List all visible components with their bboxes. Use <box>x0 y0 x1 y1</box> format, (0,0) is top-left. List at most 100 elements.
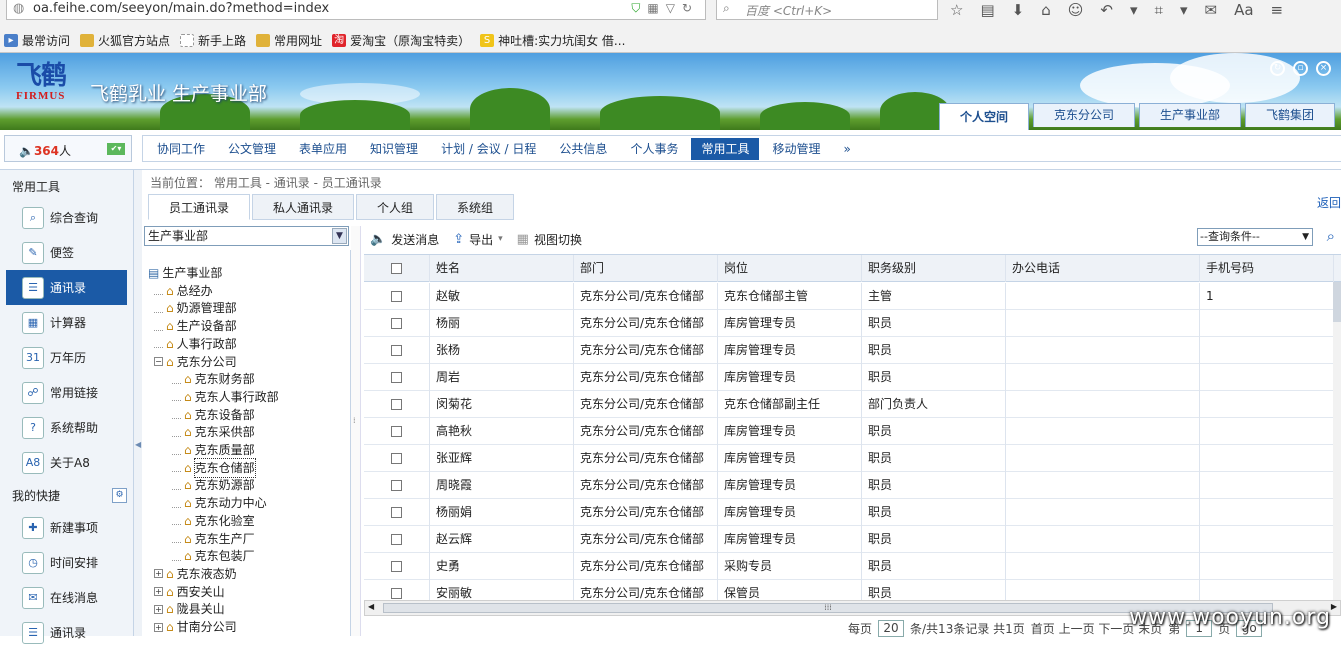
table-row[interactable]: 高艳秋克东分公司/克东仓储部库房管理专员职员 <box>364 418 1341 445</box>
reload-icon[interactable]: ↻ <box>682 1 699 15</box>
bookmark-item[interactable]: 淘爱淘宝（原淘宝特卖） <box>332 32 470 49</box>
space-tab[interactable]: 生产事业部 <box>1139 103 1241 127</box>
table-row[interactable]: 赵敏克东分公司/克东仓储部克东仓储部主管主管1 <box>364 283 1341 310</box>
expand-icon[interactable]: + <box>154 605 163 614</box>
per-page-input[interactable]: 20 <box>878 620 904 637</box>
sidebar-item[interactable]: ⌕综合查询 <box>6 200 127 235</box>
table-row[interactable]: 杨丽克东分公司/克东仓储部库房管理专员职员 <box>364 310 1341 337</box>
search-box[interactable]: ⌕ 百度 <Ctrl+K> <box>716 0 938 20</box>
tree-node[interactable]: +⌂西安关山 <box>154 583 225 601</box>
department-select[interactable]: 生产事业部▼ <box>144 226 349 246</box>
tree-node[interactable]: ⌂克东采供部 <box>172 423 255 441</box>
subtab[interactable]: 个人组 <box>356 194 434 220</box>
crop-icon[interactable]: ⌗ <box>1155 1 1163 19</box>
table-row[interactable]: 史勇克东分公司/克东仓储部采购专员职员 <box>364 553 1341 580</box>
comment-icon[interactable]: ✉ <box>1204 1 1217 19</box>
tree-node[interactable]: ⌂克东化验室 <box>172 512 255 530</box>
sidebar-item[interactable]: ☰通讯录 <box>6 270 127 305</box>
tree-node[interactable]: +⌂克东液态奶 <box>154 565 237 583</box>
row-checkbox[interactable] <box>391 399 402 410</box>
row-checkbox[interactable] <box>391 263 402 274</box>
collapse-icon[interactable]: − <box>154 357 163 366</box>
nav-item[interactable]: 知识管理 <box>360 138 428 160</box>
sidebar-item[interactable]: ☍常用链接 <box>6 375 127 410</box>
star-icon[interactable]: ☆ <box>950 1 963 19</box>
row-checkbox[interactable] <box>391 345 402 356</box>
search-icon[interactable]: ⌕ <box>1327 227 1335 245</box>
space-tab[interactable]: 飞鹤集团 <box>1245 103 1335 127</box>
row-checkbox[interactable] <box>391 426 402 437</box>
bookmark-item[interactable]: 火狐官方站点 <box>80 32 170 49</box>
status-icon[interactable]: ✔▾ <box>107 143 125 155</box>
view-switch-button[interactable]: ▦视图切换 <box>517 231 582 248</box>
table-row[interactable]: 赵云辉克东分公司/克东仓储部库房管理专员职员 <box>364 526 1341 553</box>
row-checkbox[interactable] <box>391 318 402 329</box>
row-checkbox[interactable] <box>391 453 402 464</box>
chevron-down-icon[interactable]: ▼ <box>332 228 347 244</box>
more-nav-icon[interactable]: » <box>833 138 860 160</box>
tree-node[interactable]: ⌂总经办 <box>154 282 213 300</box>
tree-node[interactable]: ⌂奶源管理部 <box>154 299 237 317</box>
expand-icon[interactable]: + <box>154 623 163 632</box>
tree-node[interactable]: ⌂克东质量部 <box>172 441 255 459</box>
nav-item[interactable]: 个人事务 <box>620 138 688 160</box>
tree-node[interactable]: ⌂克东仓储部 <box>172 459 255 477</box>
tree-node[interactable]: +⌂陇县关山 <box>154 600 225 618</box>
menu-icon[interactable]: ≡ <box>1271 1 1284 19</box>
sidebar-item[interactable]: ✉在线消息 <box>6 580 127 615</box>
space-tab[interactable]: 克东分公司 <box>1033 103 1135 127</box>
window-icon[interactable]: ▫ <box>1293 61 1308 76</box>
row-checkbox[interactable] <box>391 534 402 545</box>
tree-node[interactable]: ⌂克东包装厂 <box>172 547 255 565</box>
scroll-left-icon[interactable]: ◀ <box>368 602 374 611</box>
logout-icon[interactable]: × <box>1316 61 1331 76</box>
table-row[interactable]: 张杨克东分公司/克东仓储部库房管理专员职员 <box>364 337 1341 364</box>
translate-icon[interactable]: Aa <box>1234 1 1253 19</box>
drag-handle-icon[interactable]: ⁞ <box>353 416 356 425</box>
tree-node[interactable]: +⌂甘南分公司 <box>154 618 237 636</box>
table-row[interactable]: 杨丽娟克东分公司/克东仓储部库房管理专员职员 <box>364 499 1341 526</box>
return-link[interactable]: 返回 <box>1317 194 1341 211</box>
sidebar-item[interactable]: ✎便签 <box>6 235 127 270</box>
sidebar-item[interactable]: ☰通讯录 <box>6 615 127 650</box>
sidebar-splitter[interactable]: ◀ <box>134 170 142 636</box>
row-checkbox[interactable] <box>391 588 402 599</box>
nav-item[interactable]: 协同工作 <box>147 138 215 160</box>
space-tab[interactable]: 个人空间 <box>939 103 1029 130</box>
tree-node[interactable]: ⌂克东动力中心 <box>172 494 267 512</box>
settings-icon[interactable]: ⚙ <box>112 488 127 503</box>
sidebar-item[interactable]: A8关于A8 <box>6 445 127 480</box>
dropdown-icon[interactable]: ▾ <box>1130 1 1138 19</box>
bookmark-item[interactable]: S神吐槽:实力坑闺女 借... <box>480 32 625 49</box>
undo-icon[interactable]: ↶ <box>1100 1 1113 19</box>
tree-node[interactable]: ▤生产事业部 <box>148 264 222 282</box>
address-bar[interactable]: ◍ oa.feihe.com/seeyon/main.do?method=ind… <box>6 0 706 20</box>
reader-icon[interactable]: ▤ <box>980 1 994 19</box>
sidebar-item[interactable]: ▦计算器 <box>6 305 127 340</box>
subtab[interactable]: 系统组 <box>436 194 514 220</box>
sidebar-item[interactable]: ?系统帮助 <box>6 410 127 445</box>
tree-node[interactable]: ⌂克东设备部 <box>172 406 255 424</box>
bookmark-item[interactable]: 新手上路 <box>180 32 246 49</box>
tree-splitter[interactable]: ⁞ <box>351 226 361 636</box>
row-checkbox[interactable] <box>391 507 402 518</box>
bookmark-item[interactable]: 常用网址 <box>256 32 322 49</box>
shield-icon[interactable]: ⛉ <box>631 1 647 15</box>
home-icon[interactable]: ⌂ <box>1041 1 1051 19</box>
refresh-icon[interactable]: ↻ <box>1270 61 1285 76</box>
nav-item[interactable]: 计划 / 会议 / 日程 <box>431 138 546 160</box>
tree-node[interactable]: ⌂克东财务部 <box>172 370 255 388</box>
sidebar-item[interactable]: ◷时间安排 <box>6 545 127 580</box>
subtab[interactable]: 员工通讯录 <box>148 194 250 220</box>
tree-node[interactable]: ⌂生产设备部 <box>154 317 237 335</box>
row-checkbox[interactable] <box>391 480 402 491</box>
table-row[interactable]: 周岩克东分公司/克东仓储部库房管理专员职员 <box>364 364 1341 391</box>
chat-icon[interactable]: ☺ <box>1068 1 1084 19</box>
sidebar-item[interactable]: 31万年历 <box>6 340 127 375</box>
nav-item[interactable]: 移动管理 <box>762 138 830 160</box>
table-row[interactable]: 张亚辉克东分公司/克东仓储部库房管理专员职员 <box>364 445 1341 472</box>
row-checkbox[interactable] <box>391 561 402 572</box>
online-users[interactable]: 🔈364人 ✔▾ <box>4 135 132 162</box>
tree-node[interactable]: ⌂人事行政部 <box>154 335 237 353</box>
export-button[interactable]: ⇪导出▾ <box>453 231 502 248</box>
